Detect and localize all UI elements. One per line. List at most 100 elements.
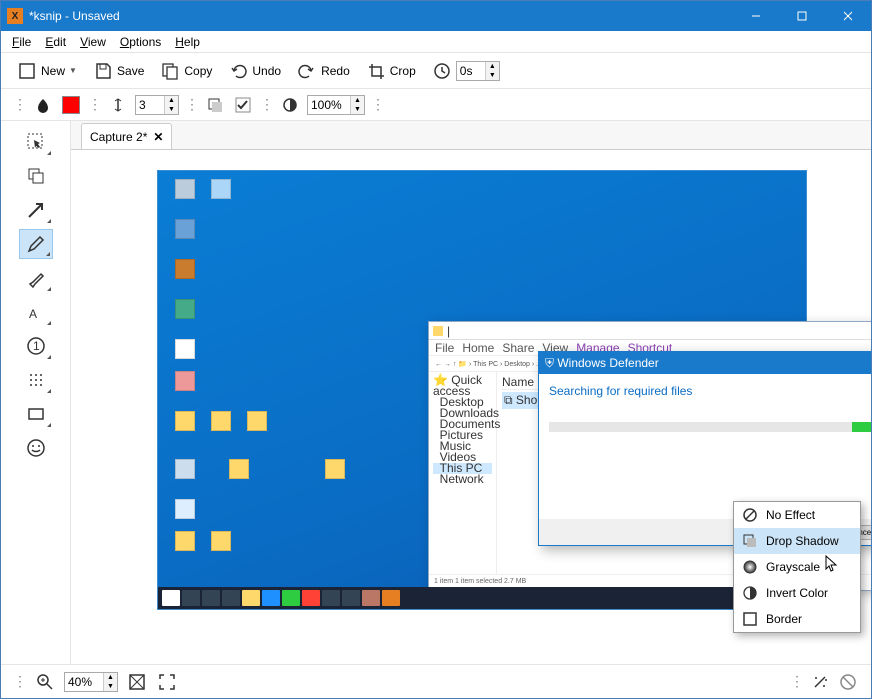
undo-label: Undo (252, 64, 281, 78)
copy-label: Copy (184, 64, 212, 78)
color-red (62, 96, 80, 114)
status-zoom-down[interactable]: ▼ (103, 682, 117, 691)
save-button[interactable]: Save (89, 58, 148, 84)
crop-button[interactable]: Crop (362, 58, 420, 84)
undo-icon (228, 61, 248, 81)
menu-view[interactable]: View (73, 33, 113, 51)
ctx-invert[interactable]: Invert Color (734, 580, 860, 606)
maximize-button[interactable] (779, 1, 825, 31)
delay-input[interactable] (457, 64, 485, 78)
status-zoom-input[interactable] (65, 675, 103, 689)
pen-tool[interactable] (19, 229, 53, 259)
captured-screenshot: | FileHomeShareViewManageShortcut ← → ↑ … (157, 170, 807, 610)
app-icon: X (7, 8, 23, 24)
shadow-toggle[interactable] (204, 94, 226, 116)
stroke-width-input[interactable] (136, 98, 164, 112)
close-button[interactable] (825, 1, 871, 31)
copy-icon (160, 61, 180, 81)
fullscreen-button[interactable] (156, 671, 178, 693)
redo-button[interactable]: Redo (293, 58, 354, 84)
blur-tool[interactable] (19, 365, 53, 395)
minimize-button[interactable] (733, 1, 779, 31)
grip-icon: ⋮ (13, 673, 26, 690)
ctx-grayscale[interactable]: Grayscale (734, 554, 860, 580)
grip-icon: ⋮ (790, 673, 803, 690)
ctx-label: Drop Shadow (766, 534, 839, 548)
grip-icon: ⋮ (13, 96, 26, 113)
marker-tool[interactable] (19, 263, 53, 293)
color-swatch[interactable] (60, 94, 82, 116)
svg-text:A: A (29, 307, 37, 321)
zoom-spinner[interactable]: ▲▼ (307, 95, 365, 115)
effects-context-menu: No Effect Drop Shadow Grayscale Invert C… (733, 501, 861, 633)
annotation-toolbar: ⋮ ⋮ ▲▼ ⋮ ⋮ ▲▼ ⋮ (1, 89, 871, 121)
ctx-label: Border (766, 612, 802, 626)
new-label: New (41, 64, 65, 78)
width-tool[interactable] (107, 94, 129, 116)
zoom-down[interactable]: ▼ (350, 105, 364, 114)
width-down[interactable]: ▼ (164, 105, 178, 114)
stroke-width-spinner[interactable]: ▲▼ (135, 95, 179, 115)
ctx-no-effect[interactable]: No Effect (734, 502, 860, 528)
svg-text:1: 1 (33, 339, 40, 353)
opacity-tool[interactable] (32, 94, 54, 116)
tool-sidebar: A 1 (1, 121, 71, 664)
delay-spinner[interactable]: ▲▼ (456, 61, 500, 81)
save-icon (93, 61, 113, 81)
rect-tool[interactable] (19, 399, 53, 429)
undo-button[interactable]: Undo (224, 58, 285, 84)
contrast-tool[interactable] (279, 94, 301, 116)
status-zoom-spinner[interactable]: ▲▼ (64, 672, 118, 692)
magic-wand-button[interactable] (809, 671, 831, 693)
check-toggle[interactable] (232, 94, 254, 116)
arrow-tool[interactable] (19, 195, 53, 225)
tab-strip: Capture 2* ✕ (71, 121, 871, 149)
clock-icon (432, 61, 452, 81)
tab-close-icon[interactable]: ✕ (153, 130, 163, 144)
grip-icon: ⋮ (185, 96, 198, 113)
select-tool[interactable] (19, 127, 53, 157)
text-tool[interactable]: A (19, 297, 53, 327)
effects-button[interactable] (837, 671, 859, 693)
fit-button[interactable] (126, 671, 148, 693)
crop-icon (366, 61, 386, 81)
delay-control[interactable]: ▲▼ (428, 58, 504, 84)
statusbar: ⋮ ▲▼ ⋮ (1, 664, 871, 698)
delay-up[interactable]: ▲ (485, 62, 499, 71)
no-effect-icon (742, 507, 758, 523)
menubar: File Edit View Options Help (1, 31, 871, 53)
ctx-label: Invert Color (766, 586, 828, 600)
drop-shadow-icon (742, 533, 758, 549)
status-zoom-up[interactable]: ▲ (103, 673, 117, 682)
new-icon (17, 61, 37, 81)
redo-icon (297, 61, 317, 81)
tab-label: Capture 2* (90, 130, 147, 144)
ctx-border[interactable]: Border (734, 606, 860, 632)
menu-edit[interactable]: Edit (38, 33, 73, 51)
main-toolbar: New ▼ Save Copy Undo Redo Crop ▲▼ (1, 53, 871, 89)
zoom-in-button[interactable] (34, 671, 56, 693)
number-tool[interactable]: 1 (19, 331, 53, 361)
taskbar (158, 587, 806, 609)
ctx-label: No Effect (766, 508, 815, 522)
ctx-drop-shadow[interactable]: Drop Shadow (734, 528, 860, 554)
duplicate-tool[interactable] (19, 161, 53, 191)
copy-button[interactable]: Copy (156, 58, 216, 84)
zoom-input[interactable] (308, 98, 350, 112)
sticker-tool[interactable] (19, 433, 53, 463)
zoom-up[interactable]: ▲ (350, 96, 364, 105)
menu-options[interactable]: Options (113, 33, 168, 51)
width-up[interactable]: ▲ (164, 96, 178, 105)
tab-capture-2[interactable]: Capture 2* ✕ (81, 123, 172, 149)
grayscale-icon (742, 559, 758, 575)
grip-icon: ⋮ (260, 96, 273, 113)
menu-help[interactable]: Help (168, 33, 207, 51)
save-label: Save (117, 64, 144, 78)
new-button[interactable]: New ▼ (13, 58, 81, 84)
border-icon (742, 611, 758, 627)
window-title: *ksnip - Unsaved (29, 9, 733, 23)
chevron-down-icon[interactable]: ▼ (69, 66, 77, 75)
menu-file[interactable]: File (5, 33, 38, 51)
grip-icon: ⋮ (371, 96, 384, 113)
delay-down[interactable]: ▼ (485, 71, 499, 80)
